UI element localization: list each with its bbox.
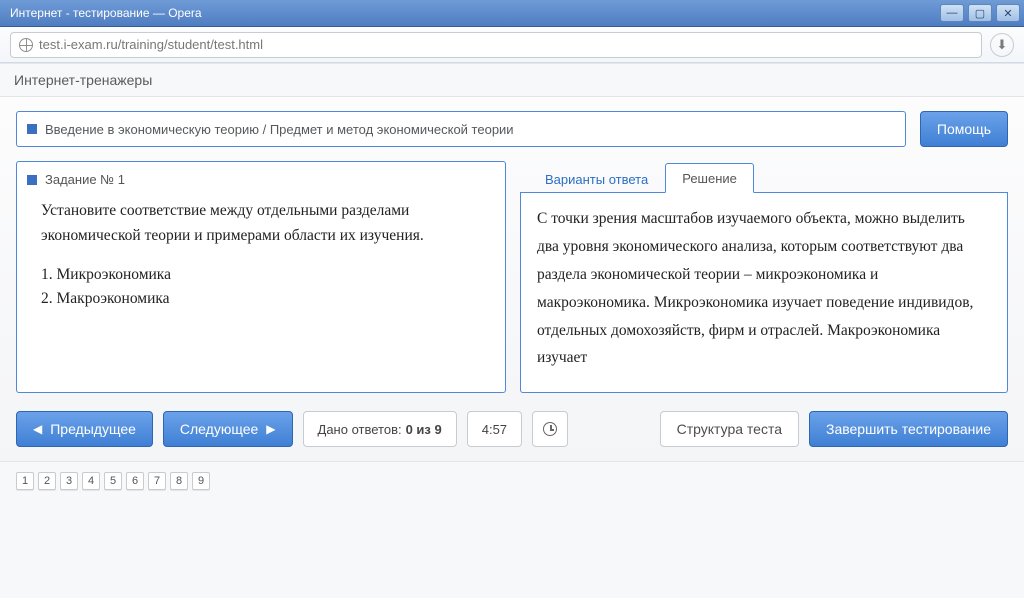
content-area: Введение в экономическую теорию / Предме… xyxy=(0,96,1024,462)
address-bar-area: test.i-exam.ru/training/student/test.htm… xyxy=(0,27,1024,63)
task-marker-icon xyxy=(27,175,37,185)
downloads-button[interactable]: ⬇ xyxy=(990,33,1014,57)
answered-indicator: Дано ответов: 0 из 9 xyxy=(303,411,457,447)
right-column: Варианты ответа Решение С точки зрения м… xyxy=(520,161,1008,393)
close-button[interactable]: ✕ xyxy=(996,4,1020,22)
solution-text: С точки зрения масштабов изучаемого объе… xyxy=(537,210,973,366)
task-prompt: Установите соответствие между отдельными… xyxy=(41,199,489,249)
address-bar[interactable]: test.i-exam.ru/training/student/test.htm… xyxy=(10,32,982,58)
topic-text: Введение в экономическую теорию / Предме… xyxy=(45,122,514,137)
clock-icon xyxy=(543,422,557,436)
next-button[interactable]: Следующее ▶ xyxy=(163,411,293,447)
task-header: Задание № 1 xyxy=(17,162,505,193)
help-button[interactable]: Помощь xyxy=(920,111,1008,147)
clock-button[interactable] xyxy=(532,411,568,447)
prev-button[interactable]: ◀ Предыдущее xyxy=(16,411,153,447)
tab-answers-label: Варианты ответа xyxy=(545,172,648,187)
task-item: 2. Макроэкономика xyxy=(41,287,489,312)
tabs: Варианты ответа Решение xyxy=(520,161,1008,193)
question-number[interactable]: 6 xyxy=(126,472,144,490)
topic-row: Введение в экономическую теорию / Предме… xyxy=(16,111,1008,147)
globe-icon xyxy=(19,38,33,52)
tab-answers[interactable]: Варианты ответа xyxy=(528,164,665,193)
question-number-row: 1 2 3 4 5 6 7 8 9 xyxy=(0,462,1024,506)
answered-value: 0 из 9 xyxy=(406,422,442,437)
topic-marker-icon xyxy=(27,124,37,134)
question-number[interactable]: 9 xyxy=(192,472,210,490)
help-button-label: Помощь xyxy=(937,121,991,137)
timer-indicator: 4:57 xyxy=(467,411,522,447)
finish-button-label: Завершить тестирование xyxy=(826,421,991,437)
task-body: Установите соответствие между отдельными… xyxy=(17,193,505,326)
nav-row: ◀ Предыдущее Следующее ▶ Дано ответов: 0… xyxy=(16,411,1008,447)
columns: Задание № 1 Установите соответствие межд… xyxy=(16,161,1008,393)
structure-button-label: Структура теста xyxy=(677,421,782,437)
download-icon: ⬇ xyxy=(997,37,1008,53)
next-button-label: Следующее xyxy=(180,421,258,437)
minimize-button[interactable]: — xyxy=(940,4,964,22)
question-number[interactable]: 8 xyxy=(170,472,188,490)
url-text: test.i-exam.ru/training/student/test.htm… xyxy=(39,37,263,52)
window-controls: — ▢ ✕ xyxy=(940,4,1020,22)
question-number[interactable]: 2 xyxy=(38,472,56,490)
answered-label: Дано ответов: xyxy=(318,422,402,437)
prev-button-label: Предыдущее xyxy=(50,421,136,437)
maximize-button[interactable]: ▢ xyxy=(968,4,992,22)
question-number[interactable]: 3 xyxy=(60,472,78,490)
timer-value: 4:57 xyxy=(482,422,507,437)
question-number[interactable]: 4 xyxy=(82,472,100,490)
question-number[interactable]: 5 xyxy=(104,472,122,490)
task-label: Задание № 1 xyxy=(45,172,125,187)
finish-button[interactable]: Завершить тестирование xyxy=(809,411,1008,447)
task-item: 1. Микроэкономика xyxy=(41,263,489,288)
page-title: Интернет-тренажеры xyxy=(0,64,1024,96)
chevron-right-icon: ▶ xyxy=(266,422,275,436)
structure-button[interactable]: Структура теста xyxy=(660,411,799,447)
question-number[interactable]: 1 xyxy=(16,472,34,490)
window-titlebar: Интернет - тестирование — Opera — ▢ ✕ xyxy=(0,0,1024,27)
chevron-left-icon: ◀ xyxy=(33,422,42,436)
page: Интернет-тренажеры Введение в экономичес… xyxy=(0,63,1024,598)
topic-pill: Введение в экономическую теорию / Предме… xyxy=(16,111,906,147)
tab-solution[interactable]: Решение xyxy=(665,163,754,193)
solution-panel: С точки зрения масштабов изучаемого объе… xyxy=(520,193,1008,393)
question-number[interactable]: 7 xyxy=(148,472,166,490)
solution-scroll[interactable]: С точки зрения масштабов изучаемого объе… xyxy=(521,193,1007,392)
tab-solution-label: Решение xyxy=(682,171,737,186)
window-title: Интернет - тестирование — Opera xyxy=(10,6,202,20)
task-panel: Задание № 1 Установите соответствие межд… xyxy=(16,161,506,393)
